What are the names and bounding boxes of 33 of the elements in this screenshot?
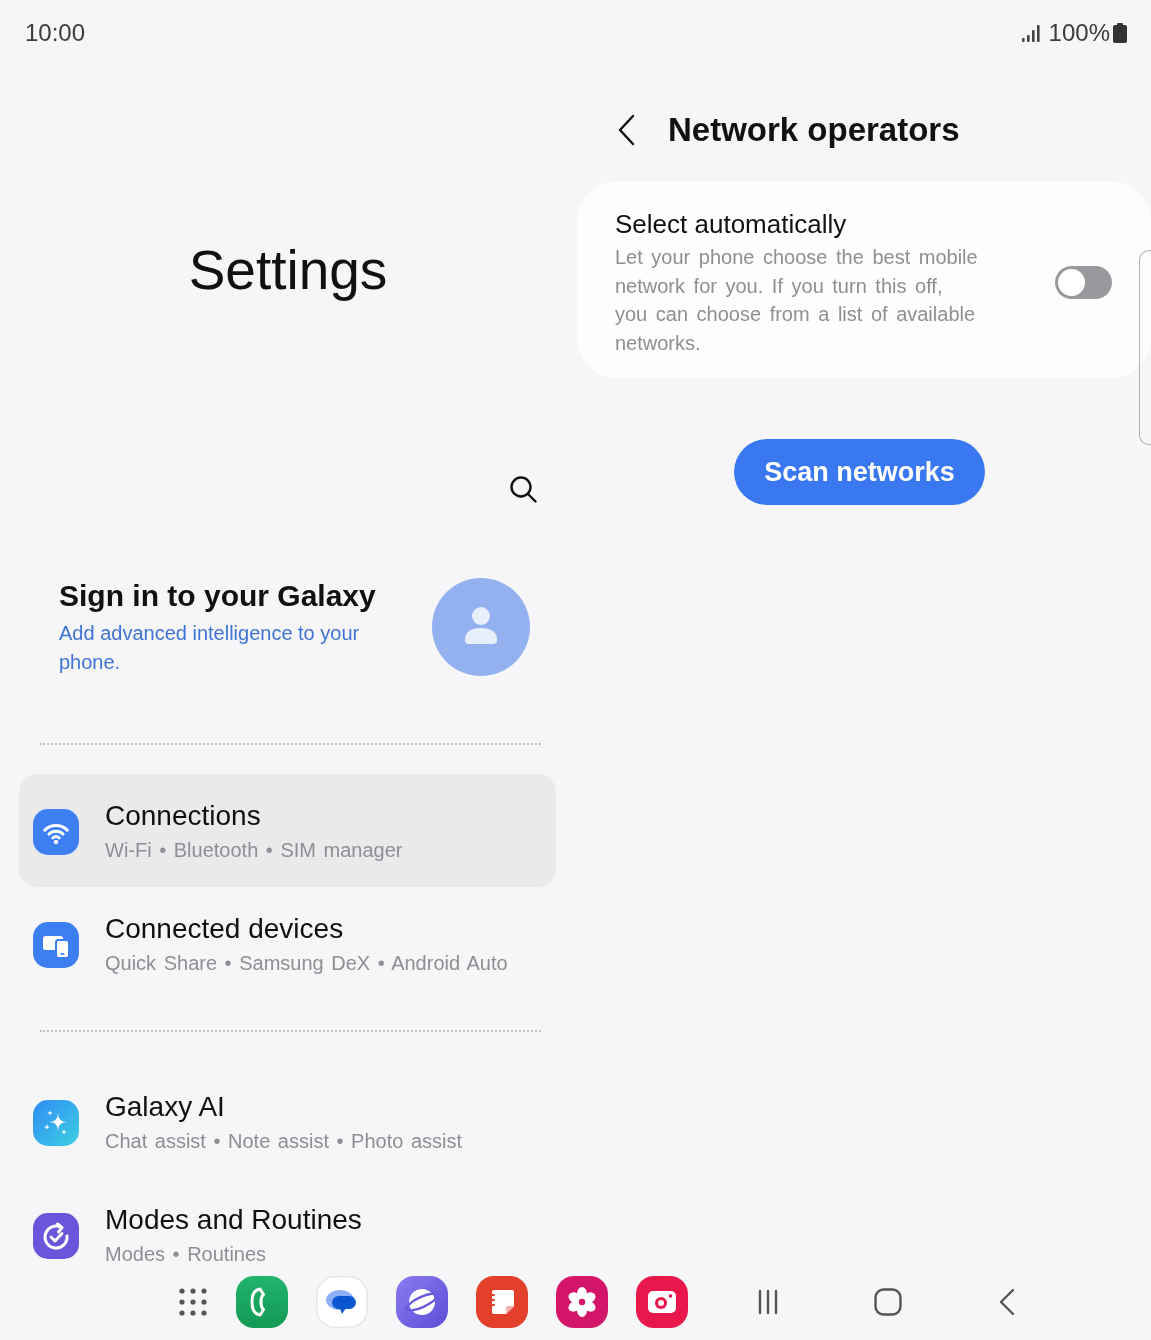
setting-title: Select automatically (615, 208, 848, 241)
recent-apps-icon[interactable] (757, 1289, 779, 1315)
page-title: Settings (188, 238, 388, 302)
devices-icon (33, 921, 79, 968)
planet-app-icon[interactable] (396, 1276, 448, 1328)
signal-icon (1021, 24, 1040, 42)
app-grid-icon[interactable] (179, 1288, 207, 1316)
battery-icon (1113, 23, 1127, 43)
flower-app-icon[interactable] (556, 1276, 608, 1328)
wifi-icon (33, 808, 79, 855)
toggle-switch[interactable] (1055, 265, 1112, 299)
scan-networks-button[interactable]: Scan networks (734, 439, 985, 505)
sparkles-icon (33, 1099, 79, 1146)
camera-app-icon[interactable] (636, 1276, 688, 1328)
check-cycle-icon (33, 1212, 79, 1259)
settings-item[interactable]: Connected devices Quick Share • Samsung DeX • Android Auto (19, 887, 556, 1000)
account-title: Sign in to your Galaxy (59, 578, 377, 614)
status-time: 10:00 (25, 19, 86, 47)
settings-item[interactable]: Galaxy AI Chat assist • Note assist • Photo assist (19, 1065, 556, 1178)
account-subtitle: Add advanced intelligence to your phone. (59, 621, 361, 675)
back-icon[interactable] (999, 1288, 1015, 1316)
chat-bubble-app-icon[interactable] (316, 1276, 368, 1328)
search-icon[interactable] (509, 475, 537, 503)
battery-percent: 100% (1048, 19, 1110, 47)
phone-app-icon[interactable] (236, 1276, 288, 1328)
panel-title: Network operators (668, 109, 960, 150)
home-icon[interactable] (874, 1288, 902, 1316)
drag-handle[interactable] (1139, 250, 1151, 445)
settings-item[interactable]: Connections Wi-Fi • Bluetooth • SIM manager (19, 774, 556, 887)
back-icon[interactable] (617, 113, 637, 146)
notepad-app-icon[interactable] (476, 1276, 528, 1328)
setting-description: Let your phone choose the best mobile network for you. If you turn this off, you can choose from a list of available networks. (615, 245, 979, 356)
settings-item[interactable]: Modes and Routines Modes • Routines (19, 1178, 556, 1268)
